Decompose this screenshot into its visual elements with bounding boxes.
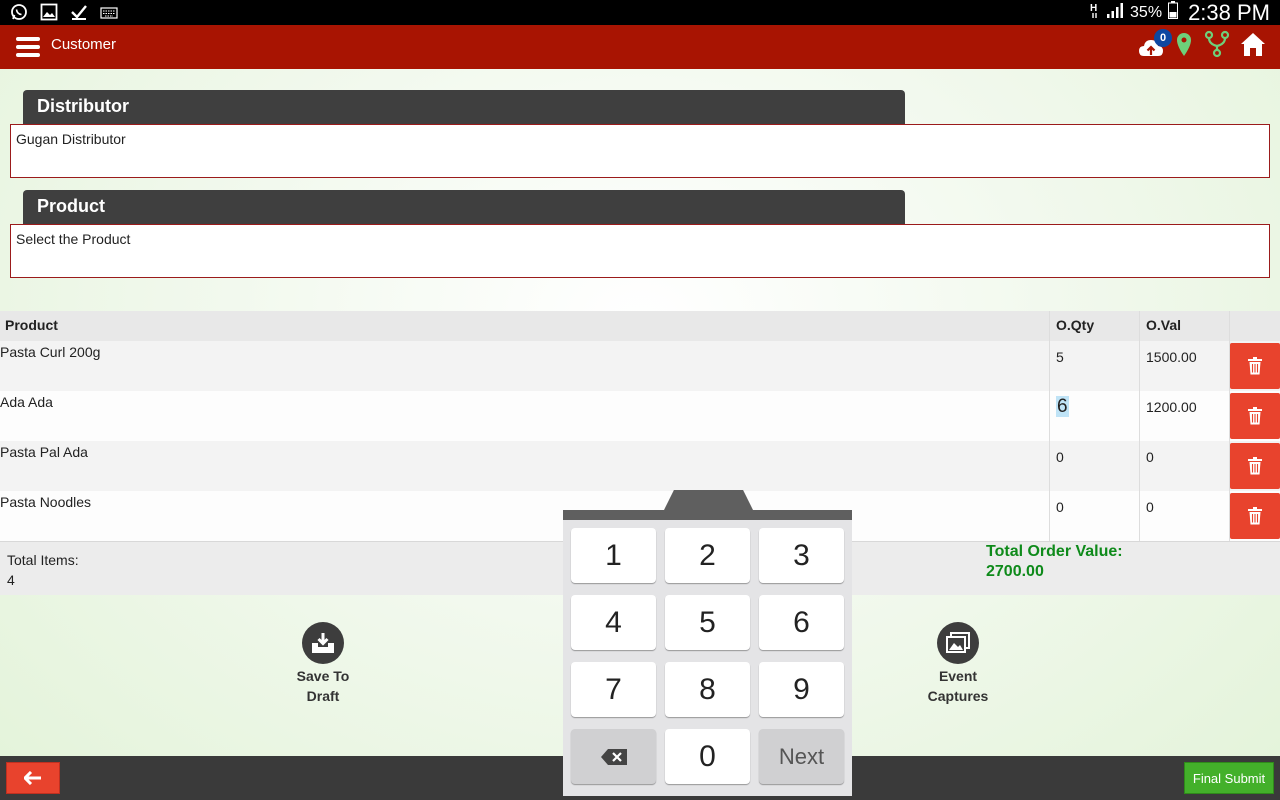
row-product-name: Ada Ada xyxy=(0,394,53,410)
next-key[interactable]: Next xyxy=(759,729,844,784)
numeric-keypad: 1 2 3 4 5 6 7 8 9 0 Next xyxy=(563,490,852,796)
final-submit-button[interactable]: Final Submit xyxy=(1184,762,1274,794)
back-button[interactable] xyxy=(6,762,60,794)
row-product-name: Pasta Pal Ada xyxy=(0,444,88,460)
qty-input[interactable]: 0 xyxy=(1049,441,1139,491)
menu-icon[interactable] xyxy=(16,37,40,57)
total-order-value-label: Total Order Value: xyxy=(986,543,1123,560)
key-4[interactable]: 4 xyxy=(571,595,656,650)
table-row: Pasta Curl 200g 5 1500.00 xyxy=(0,341,1280,391)
check-icon xyxy=(70,3,88,26)
images-icon xyxy=(937,622,979,664)
status-bar: H 35% 2:38 PM xyxy=(0,0,1280,25)
delete-row-button[interactable] xyxy=(1230,493,1280,539)
backspace-key[interactable] xyxy=(571,729,656,784)
total-order-value: 2700.00 xyxy=(986,563,1044,580)
location-pin-icon[interactable] xyxy=(1174,30,1194,63)
save-to-draft-button[interactable]: Save To Draft xyxy=(273,622,373,706)
table-row: Pasta Pal Ada 0 0 xyxy=(0,441,1280,491)
key-9[interactable]: 9 xyxy=(759,662,844,717)
key-5[interactable]: 5 xyxy=(665,595,750,650)
event-captures-label-line1: Event xyxy=(938,668,978,684)
trash-icon xyxy=(1248,507,1262,525)
app-bar: Customer 0 xyxy=(0,25,1280,69)
qty-input[interactable]: 0 xyxy=(1049,491,1139,541)
key-3[interactable]: 3 xyxy=(759,528,844,583)
row-value: 1500.00 xyxy=(1139,341,1229,391)
row-value: 1200.00 xyxy=(1139,391,1229,441)
clock: 2:38 PM xyxy=(1188,0,1270,25)
download-tray-icon xyxy=(302,622,344,664)
table-header: Product O.Qty O.Val xyxy=(0,311,1280,341)
gallery-icon xyxy=(40,3,58,26)
row-product-name: Pasta Noodles xyxy=(0,494,92,510)
distributor-field[interactable]: Gugan Distributor xyxy=(10,124,1270,178)
key-7[interactable]: 7 xyxy=(571,662,656,717)
delete-row-button[interactable] xyxy=(1230,343,1280,389)
home-icon[interactable] xyxy=(1240,30,1266,63)
trash-icon xyxy=(1248,457,1262,475)
keypad-handle[interactable] xyxy=(663,490,754,512)
arrow-left-icon xyxy=(24,771,41,785)
signal-icon xyxy=(1106,2,1124,23)
sync-count-badge: 0 xyxy=(1154,28,1172,47)
trash-icon xyxy=(1248,407,1262,425)
cloud-upload-icon[interactable]: 0 xyxy=(1138,28,1172,62)
qty-input[interactable]: 5 xyxy=(1049,341,1139,391)
column-qty: O.Qty xyxy=(1049,311,1139,341)
key-8[interactable]: 8 xyxy=(665,662,750,717)
distributor-header: Distributor xyxy=(23,90,905,124)
table-row: Ada Ada 6 1200.00 xyxy=(0,391,1280,441)
battery-percent: 35% xyxy=(1130,3,1163,21)
network-h-icon: H xyxy=(1090,1,1100,24)
whatsapp-icon xyxy=(10,3,28,26)
route-fork-icon[interactable] xyxy=(1204,30,1230,63)
keyboard-icon xyxy=(100,6,118,24)
key-6[interactable]: 6 xyxy=(759,595,844,650)
total-items-label: Total Items: xyxy=(7,552,79,568)
key-2[interactable]: 2 xyxy=(665,528,750,583)
save-draft-label-line1: Save To xyxy=(296,668,350,684)
row-product-name: Pasta Curl 200g xyxy=(0,344,101,360)
total-items-value: 4 xyxy=(7,572,15,588)
key-1[interactable]: 1 xyxy=(571,528,656,583)
product-header: Product xyxy=(23,190,905,224)
product-select-field[interactable]: Select the Product xyxy=(10,224,1270,278)
row-value: 0 xyxy=(1139,491,1229,541)
page-title: Customer xyxy=(51,36,117,53)
event-captures-label-line2: Captures xyxy=(927,688,989,704)
save-draft-label-line2: Draft xyxy=(306,688,340,704)
column-value: O.Val xyxy=(1139,311,1229,341)
backspace-icon xyxy=(600,748,627,765)
trash-icon xyxy=(1248,357,1262,375)
column-product: Product xyxy=(5,317,58,333)
key-0[interactable]: 0 xyxy=(665,729,750,784)
delete-row-button[interactable] xyxy=(1230,393,1280,439)
battery-icon xyxy=(1168,1,1179,24)
qty-input[interactable]: 6 xyxy=(1049,391,1139,441)
svg-text:H: H xyxy=(1090,3,1097,14)
row-value: 0 xyxy=(1139,441,1229,491)
event-captures-button[interactable]: Event Captures xyxy=(908,622,1008,706)
qty-input-value[interactable]: 6 xyxy=(1056,396,1069,417)
delete-row-button[interactable] xyxy=(1230,443,1280,489)
